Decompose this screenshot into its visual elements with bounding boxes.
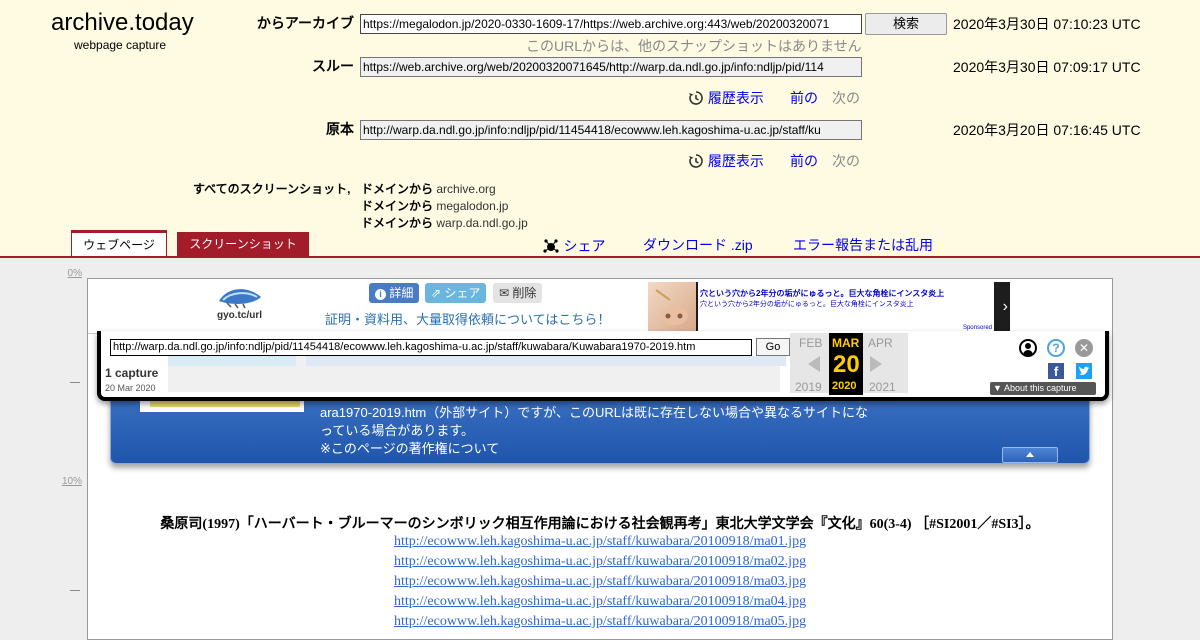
ad-image [648,282,696,332]
megalodon-logo-text[interactable]: gyo.tc/url [217,310,262,321]
all-screenshots-label: すべてのスクリーンショット, [193,182,351,196]
capture-date: 20 Mar 2020 [105,383,156,393]
ad-headline: 穴という穴から2年分の垢がにゅるっと。巨大な角栓にインスタ炎上 [700,289,945,298]
help-icon[interactable]: ? [1047,339,1065,357]
mail-icon: ✉ [499,286,510,300]
wayback-url-input[interactable]: http://warp.da.ndl.go.jp/info:ndljp/pid/… [110,339,752,356]
next-link-1: 次の [832,90,860,106]
collapse-button[interactable] [1002,447,1058,463]
site-logo-title[interactable]: archive.today [51,9,194,37]
through-url-field[interactable]: https://web.archive.org/web/202003200716… [360,57,862,77]
from-domain-label: ドメインから [361,182,434,196]
current-day: 20 [833,351,860,378]
triangle-down-icon: ▼ [993,383,1002,393]
chevron-up-icon [1026,452,1034,457]
delete-button-label: 削除 [512,286,537,300]
ruler-label-top[interactable]: 0% [58,268,82,279]
citation-text: 桑原司(1997)「ハーバート・ブルーマーのシンボリック相互作用論における社会観… [160,517,1040,532]
history-icon [689,91,703,105]
image-link-4[interactable]: http://ecowww.leh.kagoshima-u.ac.jp/staf… [0,594,1200,610]
current-year: 2020 [832,380,857,392]
domain-row-1: ドメインから archive.org [361,180,496,197]
from-timestamp: 2020年3月30日 07:10:23 UTC [953,16,1141,32]
ruler-tick [70,382,80,383]
image-link-2[interactable]: http://ecowww.leh.kagoshima-u.ac.jp/staf… [0,554,1200,570]
ruler-tick [70,590,80,591]
panel-text-1: （外部サイト）ですが、このURLは既に存在しない場合や異なるサイトにな [426,405,868,420]
history-link-label[interactable]: 履歴表示 [708,90,764,106]
twitter-icon[interactable] [1076,363,1092,379]
current-month: MAR [832,336,860,350]
external-page-link[interactable]: ara1970-2019.htm [320,405,426,420]
history-link-2[interactable]: 履歴表示 [688,151,764,171]
ad-banner[interactable]: 穴という穴から2年分の垢がにゅるっと。巨大な角栓にインスタ炎上 穴という穴から2… [648,282,1010,332]
from-domain-label: ドメインから [361,199,434,213]
megalodon-share-button[interactable]: ⇗ シェア [425,283,487,303]
prev-month[interactable]: FEB [799,336,822,350]
site-subtitle: webpage capture [74,38,167,52]
image-link-5[interactable]: http://ecowww.leh.kagoshima-u.ac.jp/staf… [0,614,1200,630]
about-capture-button[interactable]: ▼ About this capture [990,382,1096,395]
sparkline-area[interactable] [168,356,786,392]
captures-link[interactable]: 1 capture [105,366,158,380]
share-out-icon: ⇗ [431,286,442,300]
domain-row-2: ドメインから megalodon.jp [361,197,508,214]
image-link-3[interactable]: http://ecowww.leh.kagoshima-u.ac.jp/staf… [0,574,1200,590]
domain-row-3: ドメインから warp.da.ndl.go.jp [361,214,528,231]
domain-link-megalodon[interactable]: megalodon.jp [436,199,508,213]
prev-year[interactable]: 2019 [795,380,822,394]
detail-button-label: 詳細 [389,286,414,300]
history-link-1[interactable]: 履歴表示 [688,88,764,108]
from-archive-label: からアーカイブ [256,15,354,31]
next-link-2: 次の [832,153,860,169]
share-link-label[interactable]: シェア [563,238,605,254]
next-year[interactable]: 2021 [869,380,896,394]
history-icon [689,154,703,168]
download-zip-link[interactable]: ダウンロード .zip [643,235,753,255]
megalodon-share-label: シェア [444,286,481,300]
share-link[interactable]: シェア [543,236,605,256]
next-capture-arrow-icon[interactable] [870,356,882,372]
info-icon: i [375,289,386,300]
from-domain-label: ドメインから [361,216,434,230]
detail-button[interactable]: i 詳細 [369,283,420,303]
ad-text-area: 穴という穴から2年分の垢がにゅるっと。巨大な角栓にインスタ炎上 穴という穴から2… [698,282,994,332]
report-abuse-link[interactable]: エラー報告または乱用 [793,235,933,255]
share-icon [543,239,559,253]
account-icon[interactable] [1019,339,1037,357]
prev-link-1[interactable]: 前の [790,88,818,108]
panel-text-line1: ara1970-2019.htm（外部サイト）ですが、このURLは既に存在しない… [320,402,868,421]
original-label: 原本 [326,121,354,137]
facebook-icon[interactable]: f [1048,363,1064,379]
ad-chevron-right-icon[interactable]: › [1003,298,1008,316]
next-month[interactable]: APR [868,336,893,350]
ruler-label-mid[interactable]: 10% [58,476,82,487]
about-capture-label: About this capture [1003,383,1077,393]
tab-webpage[interactable]: ウェブページ [71,230,167,256]
no-other-snapshots-note: このURLからは、他のスナップショットはありません [526,38,862,54]
ad-description: 穴という穴から2年分の垢がにゅるっと。巨大な角栓にインスタ炎上 [700,301,914,308]
image-link-1[interactable]: http://ecowww.leh.kagoshima-u.ac.jp/staf… [0,534,1200,550]
close-icon[interactable]: ✕ [1075,339,1093,357]
domain-link-ndl[interactable]: warp.da.ndl.go.jp [436,216,527,230]
prev-capture-arrow-icon[interactable] [808,356,820,372]
original-timestamp: 2020年3月20日 07:16:45 UTC [953,122,1141,138]
megalodon-logo-icon[interactable] [217,283,263,309]
wayback-go-button[interactable]: Go [756,338,790,356]
through-timestamp: 2020年3月30日 07:09:17 UTC [953,59,1141,75]
prev-link-2[interactable]: 前の [790,151,818,171]
bulk-request-link[interactable]: 証明・資料用、大量取得依頼についてはこちら！ [325,309,610,328]
archive-url-input[interactable]: https://megalodon.jp/2020-0330-1609-17/h… [360,14,862,34]
tab-screenshot[interactable]: スクリーンショット [177,232,309,256]
original-url-field[interactable]: http://warp.da.ndl.go.jp/info:ndljp/pid/… [360,120,862,140]
copyright-link[interactable]: ※このページの著作権について [320,438,499,457]
search-button[interactable]: 検索 [865,13,947,35]
panel-text-2: っている場合があります。 [320,423,475,438]
delete-button[interactable]: ✉ 削除 [493,283,543,303]
through-label: スルー [312,58,354,74]
history-link-label[interactable]: 履歴表示 [708,153,764,169]
domain-link-archive-org[interactable]: archive.org [436,182,495,196]
